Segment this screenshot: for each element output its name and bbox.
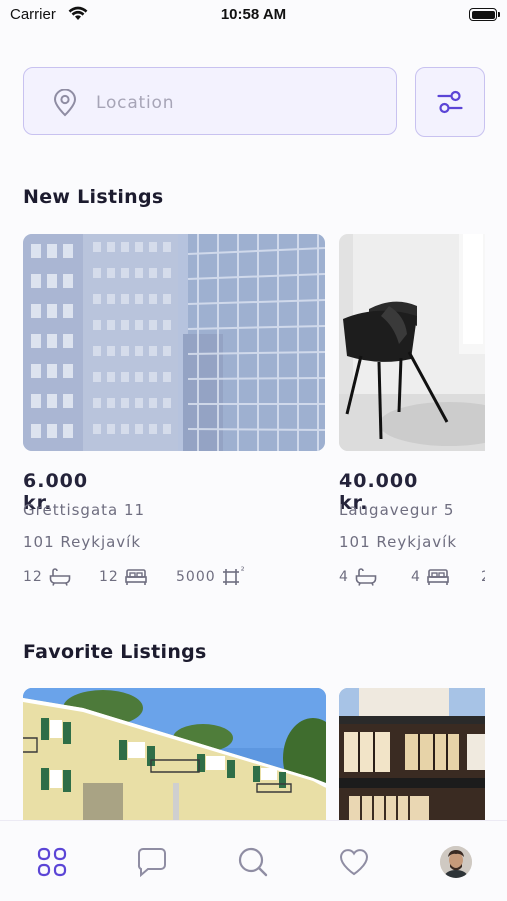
heart-icon (339, 849, 369, 876)
bathtub-icon (355, 568, 377, 586)
search-icon (238, 847, 268, 877)
tab-bar (0, 820, 507, 901)
tab-messages[interactable] (135, 845, 169, 879)
favorite-listings-carousel[interactable] (0, 688, 485, 820)
bed-count: 4 (411, 569, 421, 585)
tab-profile[interactable] (439, 845, 473, 879)
filter-button[interactable] (415, 67, 485, 137)
area-value: 2 (481, 569, 485, 585)
bath-feature: 4 (339, 566, 377, 588)
chat-bubble-icon (137, 848, 166, 877)
tab-favorites[interactable] (337, 845, 371, 879)
area-feature: 5000 ² (176, 566, 246, 588)
bath-count: 4 (339, 569, 349, 585)
bed-icon (125, 569, 147, 585)
favorite-listing-photo[interactable] (23, 688, 326, 820)
listing-photo (339, 234, 485, 451)
bed-count: 12 (99, 569, 119, 585)
favorite-listings-heading: Favorite Listings (23, 641, 207, 663)
area-icon (222, 569, 239, 585)
favorite-listing-photo[interactable] (339, 688, 485, 820)
battery-icon (469, 8, 500, 21)
bath-count: 12 (23, 569, 43, 585)
tab-search[interactable] (236, 845, 270, 879)
area-feature: 2 (481, 566, 485, 588)
listing-city: 101 Reykjavík (339, 533, 458, 551)
bath-feature: 12 (23, 566, 71, 588)
listing-street: Laugavegur 5 (339, 501, 455, 519)
location-input[interactable] (94, 88, 378, 118)
area-unit: ² (240, 565, 246, 577)
map-pin-icon (53, 89, 77, 117)
avatar (440, 846, 472, 878)
tab-home[interactable] (35, 845, 69, 879)
listing-photo (23, 234, 325, 451)
bathtub-icon (49, 568, 71, 586)
bed-feature: 12 (99, 566, 147, 588)
grid-icon (37, 847, 67, 877)
bed-icon (427, 569, 449, 585)
status-bar: Carrier 10:58 AM (0, 0, 507, 32)
sliders-icon (437, 90, 463, 114)
bed-feature: 4 (411, 566, 449, 588)
listing-city: 101 Reykjavík (23, 533, 142, 551)
area-value: 5000 (176, 569, 216, 585)
clock: 10:58 AM (220, 6, 287, 23)
listing-street: Grettisgata 11 (23, 501, 146, 519)
location-search-field[interactable] (23, 67, 397, 135)
new-listings-heading: New Listings (23, 186, 164, 208)
